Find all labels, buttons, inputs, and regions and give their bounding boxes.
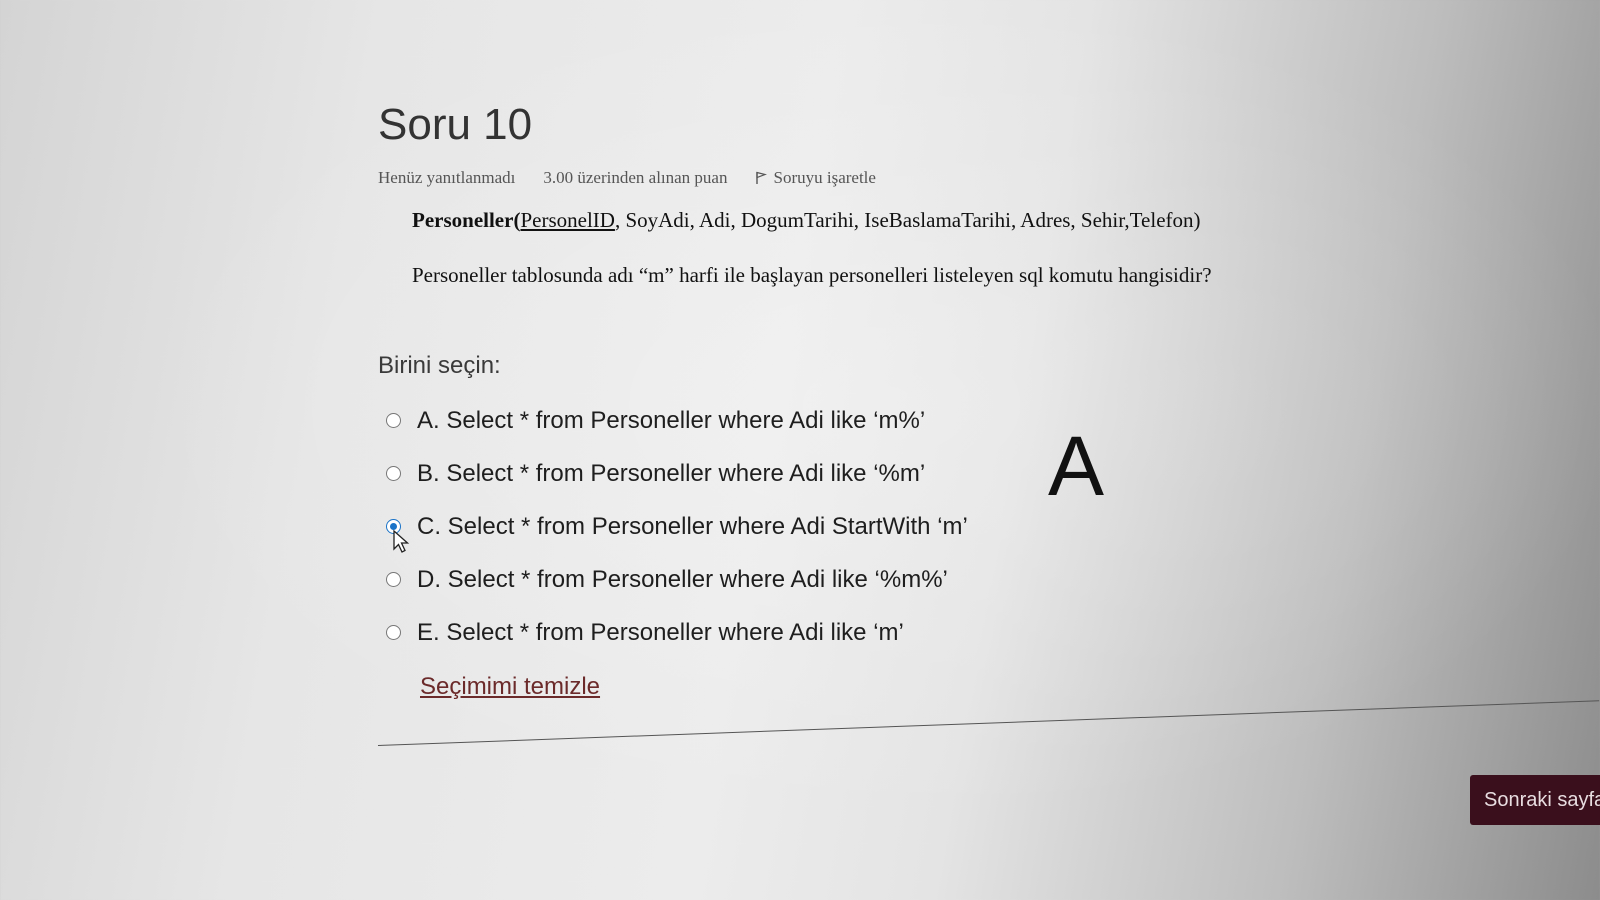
option-a-radio[interactable] xyxy=(386,413,401,428)
option-b-label[interactable]: B. Select * from Personeller where Adi l… xyxy=(417,460,925,488)
flag-icon xyxy=(756,171,768,184)
option-a-label[interactable]: A. Select * from Personeller where Adi l… xyxy=(417,407,925,435)
question-status: Henüz yanıtlanmadı xyxy=(378,168,516,187)
option-e-label[interactable]: E. Select * from Personeller where Adi l… xyxy=(417,619,904,647)
flag-question-link[interactable]: Soruyu işaretle xyxy=(755,168,876,188)
question-points: 3.00 üzerinden alınan puan xyxy=(543,168,728,187)
schema-primary-key: PersonelID xyxy=(520,208,615,232)
question-meta: Henüz yanıtlanmadı 3.00 üzerinden alınan… xyxy=(378,168,1378,188)
option-d-radio[interactable] xyxy=(386,572,401,587)
schema-table-name: Personeller( xyxy=(412,208,521,232)
answer-annotation: A xyxy=(1048,419,1105,513)
answer-options: A. Select * from Personeller where Adi l… xyxy=(378,394,1378,659)
question-block: Soru 10 Henüz yanıtlanmadı 3.00 üzerinde… xyxy=(378,100,1378,701)
option-b[interactable]: B. Select * from Personeller where Adi l… xyxy=(378,447,1378,500)
option-c[interactable]: C. Select * from Personeller where Adi S… xyxy=(378,500,1378,553)
next-page-button[interactable]: Sonraki sayfa xyxy=(1470,775,1600,825)
option-c-label[interactable]: C. Select * from Personeller where Adi S… xyxy=(417,513,968,541)
question-title: Soru 10 xyxy=(378,100,533,149)
schema-columns: , SoyAdi, Adi, DogumTarihi, IseBaslamaTa… xyxy=(614,208,1201,232)
option-b-radio[interactable] xyxy=(386,466,401,481)
option-e[interactable]: E. Select * from Personeller where Adi l… xyxy=(378,606,1378,659)
choose-label: Birini seçin: xyxy=(378,352,501,379)
flag-label: Soruyu işaretle xyxy=(773,168,876,187)
table-schema: Personeller(PersonelID, SoyAdi, Adi, Dog… xyxy=(412,208,1378,233)
option-d-label[interactable]: D. Select * from Personeller where Adi l… xyxy=(417,566,948,594)
option-a[interactable]: A. Select * from Personeller where Adi l… xyxy=(378,394,1378,447)
option-c-radio[interactable] xyxy=(386,519,410,553)
option-d[interactable]: D. Select * from Personeller where Adi l… xyxy=(378,553,1378,606)
divider xyxy=(377,700,1600,746)
question-prompt: Personeller tablosunda adı “m” harfi ile… xyxy=(412,263,1212,287)
mouse-cursor-icon xyxy=(393,530,410,553)
clear-selection-link[interactable]: Seçimimi temizle xyxy=(420,673,600,701)
option-e-radio[interactable] xyxy=(386,625,401,640)
